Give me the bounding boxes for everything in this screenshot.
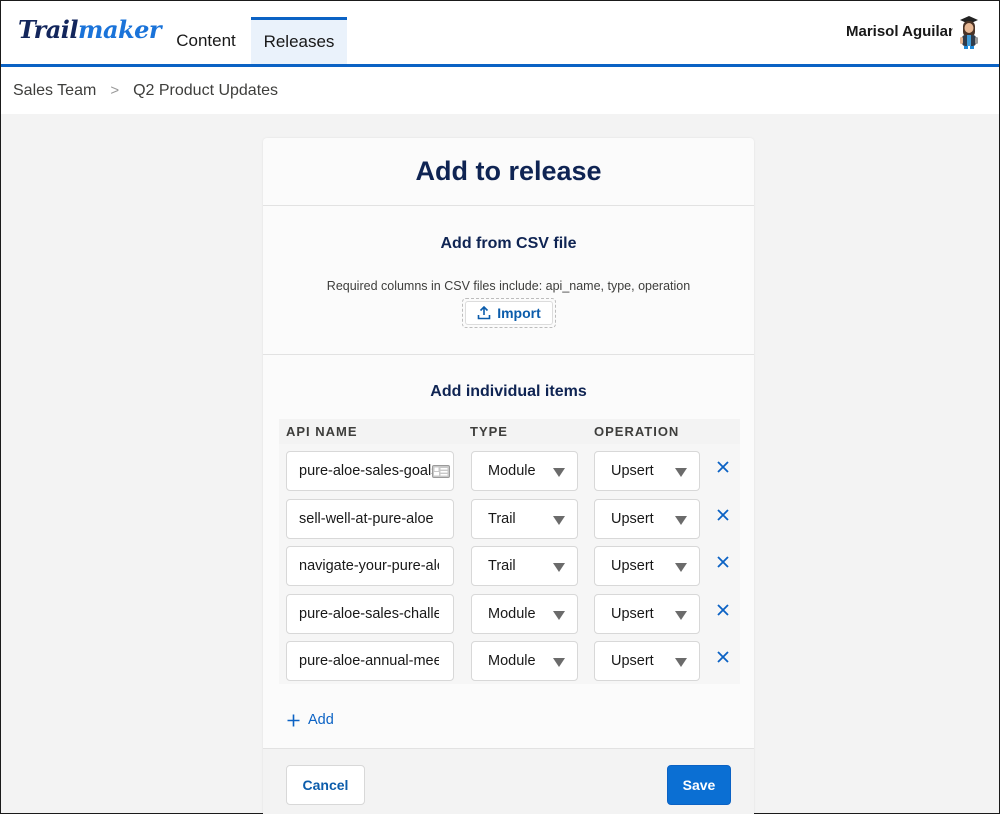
upload-icon (477, 306, 491, 320)
api-name-input[interactable]: sell-well-at-pure-aloe (286, 499, 454, 539)
logo-text-trail: Trail (18, 15, 79, 44)
operation-select[interactable]: Upsert (594, 451, 700, 491)
operation-select[interactable]: Upsert (594, 594, 700, 634)
api-name-value: pure-aloe-sales-challenges (299, 606, 439, 622)
chevron-down-icon (675, 611, 687, 620)
remove-row-button[interactable] (715, 649, 731, 665)
import-button[interactable]: Import (465, 301, 553, 325)
table-row: sell-well-at-pure-aloe Trail Upsert (279, 499, 740, 539)
close-icon (717, 651, 729, 663)
import-label: Import (497, 305, 541, 321)
chevron-down-icon (553, 563, 565, 572)
plus-icon (287, 714, 300, 726)
save-button[interactable]: Save (667, 765, 731, 805)
add-item-button[interactable]: Add (287, 712, 334, 728)
operation-value: Upsert (611, 558, 654, 574)
items-table-header: API NAME TYPE OPERATION (279, 419, 740, 444)
chevron-down-icon (675, 468, 687, 477)
remove-row-button[interactable] (715, 507, 731, 523)
api-name-input[interactable]: navigate-your-pure-aloe (286, 546, 454, 586)
chevron-down-icon (675, 563, 687, 572)
table-row: pure-aloe-annual-meeting Module Upsert (279, 641, 740, 681)
api-name-input[interactable]: pure-aloe-sales-goals (286, 451, 454, 491)
close-icon (717, 509, 729, 521)
chevron-down-icon (675, 516, 687, 525)
items-heading: Add individual items (430, 383, 587, 400)
operation-select[interactable]: Upsert (594, 499, 700, 539)
type-select[interactable]: Module (471, 641, 578, 681)
chevron-down-icon (675, 658, 687, 667)
api-name-input[interactable]: pure-aloe-annual-meeting (286, 641, 454, 681)
operation-value: Upsert (611, 463, 654, 479)
column-header-api-name: API NAME (286, 424, 358, 439)
cancel-button[interactable]: Cancel (286, 765, 365, 805)
operation-select[interactable]: Upsert (594, 641, 700, 681)
csv-help-text: Required columns in CSV files include: a… (326, 279, 691, 293)
type-value: Trail (488, 558, 516, 574)
import-button-focus-ring: Import (462, 298, 556, 328)
tab-content[interactable]: Content (161, 17, 251, 64)
remove-row-button[interactable] (715, 602, 731, 618)
type-value: Module (488, 463, 536, 479)
dialog-title: Add to release (263, 138, 754, 206)
tab-releases[interactable]: Releases (251, 17, 347, 64)
chevron-down-icon (553, 611, 565, 620)
user-name[interactable]: Marisol Aguilar (846, 23, 954, 40)
close-icon (717, 461, 729, 473)
close-icon (717, 556, 729, 568)
operation-select[interactable]: Upsert (594, 546, 700, 586)
chevron-down-icon (553, 468, 565, 477)
type-select[interactable]: Trail (471, 499, 578, 539)
api-name-value: navigate-your-pure-aloe (299, 558, 439, 574)
individual-items-section: Add individual items API NAME TYPE OPERA… (263, 355, 754, 748)
table-row: pure-aloe-sales-goals Module Upsert (279, 451, 740, 491)
column-header-operation: OPERATION (594, 424, 680, 439)
breadcrumb: Sales Team > Q2 Product Updates (1, 67, 999, 114)
chevron-down-icon (553, 516, 565, 525)
type-value: Module (488, 606, 536, 622)
logo-text-maker: maker (78, 15, 162, 44)
dialog-footer: Cancel Save (263, 748, 754, 814)
type-select[interactable]: Module (471, 594, 578, 634)
type-value: Trail (488, 511, 516, 527)
breadcrumb-separator: > (110, 82, 120, 99)
api-name-input[interactable]: pure-aloe-sales-challenges (286, 594, 454, 634)
type-select[interactable]: Module (471, 451, 578, 491)
trailmaker-logo[interactable]: Trailmaker (18, 15, 162, 44)
operation-value: Upsert (611, 653, 654, 669)
remove-row-button[interactable] (715, 554, 731, 570)
operation-value: Upsert (611, 511, 654, 527)
close-icon (717, 604, 729, 616)
table-row: navigate-your-pure-aloe Trail Upsert (279, 546, 740, 586)
type-value: Module (488, 653, 536, 669)
table-row: pure-aloe-sales-challenges Module Upsert (279, 594, 740, 634)
api-name-value: sell-well-at-pure-aloe (299, 511, 434, 527)
remove-row-button[interactable] (715, 459, 731, 475)
avatar[interactable] (952, 13, 986, 51)
graduate-avatar-icon (952, 15, 986, 49)
api-name-value: pure-aloe-annual-meeting (299, 653, 439, 669)
top-nav-bar: Trailmaker Content Releases Marisol Agui… (1, 1, 999, 67)
type-select[interactable]: Trail (471, 546, 578, 586)
add-to-release-dialog: Add to release Add from CSV file Require… (263, 138, 754, 814)
operation-value: Upsert (611, 606, 654, 622)
add-label: Add (308, 712, 334, 728)
breadcrumb-item-q2-product-updates: Q2 Product Updates (133, 81, 279, 99)
column-header-type: TYPE (470, 424, 508, 439)
csv-import-section: Add from CSV file Required columns in CS… (263, 206, 754, 355)
items-table-body: pure-aloe-sales-goals Module Upsert sell… (279, 444, 740, 684)
breadcrumb-item-sales-team[interactable]: Sales Team (13, 82, 96, 100)
contact-card-icon[interactable] (432, 465, 450, 478)
csv-heading: Add from CSV file (440, 235, 577, 252)
api-name-value: pure-aloe-sales-goals (299, 463, 439, 479)
chevron-down-icon (553, 658, 565, 667)
